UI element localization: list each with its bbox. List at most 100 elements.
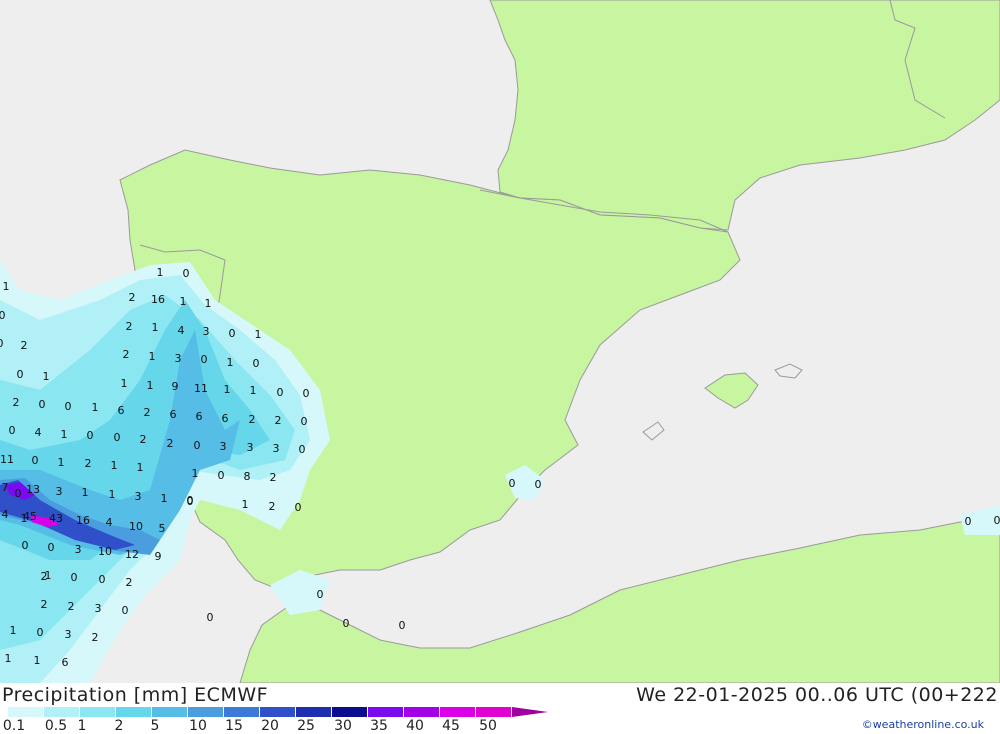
legend-swatch: [368, 707, 404, 717]
legend-tick: 25: [297, 719, 315, 733]
legend-tick: 15: [225, 719, 243, 733]
legend-swatch: [440, 707, 476, 717]
precip-value-label: 6: [196, 410, 203, 423]
precip-value-label: 0: [0, 337, 4, 350]
legend-ticks: 0.10.5125101520253035404550: [0, 719, 520, 733]
precip-value-label: 2: [21, 339, 28, 352]
precip-value-label: 0: [201, 353, 208, 366]
precip-value-label: 1: [111, 459, 118, 472]
precip-value-label: 0: [15, 487, 22, 500]
legend-tick: 0.5: [45, 719, 67, 733]
legend-tick: 35: [370, 719, 388, 733]
precip-value-label: 3: [95, 602, 102, 615]
precip-value-label: 2: [85, 457, 92, 470]
precip-value-label: 9: [172, 380, 179, 393]
precip-value-label: 2: [129, 291, 136, 304]
legend-swatch: [44, 707, 80, 717]
precip-value-label: 2: [167, 437, 174, 450]
precip-value-label: 11: [194, 382, 208, 395]
precip-value-label: 1: [161, 492, 168, 505]
precip-value-label: 1: [58, 456, 65, 469]
map-footer: Precipitation [mm] ECMWF We 22-01-2025 0…: [0, 683, 1000, 733]
precip-value-label: 11: [0, 453, 14, 466]
precip-value-label: 0: [0, 309, 6, 322]
precip-value-label: 2: [92, 631, 99, 644]
legend-tick: 0.1: [3, 719, 25, 733]
precip-value-label: 0: [277, 386, 284, 399]
precip-value-label: 3: [247, 441, 254, 454]
precip-value-label: 2: [144, 406, 151, 419]
forecast-timestamp: We 22-01-2025 00..06 UTC (00+222: [636, 684, 998, 706]
precip-value-label: 43: [49, 512, 63, 525]
precip-value-label: 1: [224, 383, 231, 396]
precip-value-label: 0: [9, 424, 16, 437]
precip-value-label: 1: [147, 379, 154, 392]
precip-value-label: 1: [34, 654, 41, 667]
precip-value-label: 16: [76, 514, 90, 527]
precip-value-label: 3: [65, 628, 72, 641]
precip-value-label: 0: [207, 611, 214, 624]
precip-value-label: 3: [273, 442, 280, 455]
precip-value-label: 1: [255, 328, 262, 341]
precip-value-label: 2: [123, 348, 130, 361]
legend-swatch: [224, 707, 260, 717]
precip-value-label: 2: [275, 414, 282, 427]
precip-value-label: 1: [121, 377, 128, 390]
precip-value-label: 1: [157, 266, 164, 279]
precip-value-label: 1: [152, 321, 159, 334]
precip-value-label: 0: [122, 604, 129, 617]
legend-tick: 20: [261, 719, 279, 733]
precip-value-label: 3: [135, 490, 142, 503]
precip-value-label: 1: [92, 401, 99, 414]
precip-value-label: 2: [41, 570, 48, 583]
precip-value-label: 1: [192, 467, 199, 480]
precipitation-map: 1021611214301213010119111100626662202033…: [0, 0, 1000, 683]
legend-arrow: [512, 707, 548, 717]
precip-value-label: 0: [32, 454, 39, 467]
legend-tick: 10: [189, 719, 207, 733]
precip-value-label: 0: [65, 400, 72, 413]
precip-value-label: 1: [250, 384, 257, 397]
precip-value-label: 0: [87, 429, 94, 442]
precip-value-label: 6: [222, 412, 229, 425]
precip-value-label: 13: [26, 483, 40, 496]
precip-value-label: 3: [56, 485, 63, 498]
precip-value-label: 0: [535, 478, 542, 491]
precip-value-label: 2: [13, 396, 20, 409]
precip-value-label: 1: [61, 428, 68, 441]
precip-value-label: 2: [126, 320, 133, 333]
precip-value-label: 1: [109, 488, 116, 501]
precip-value-label: 1: [137, 461, 144, 474]
legend-swatch: [8, 707, 44, 717]
precip-value-label: 1: [205, 297, 212, 310]
precip-value-label: 0: [39, 398, 46, 411]
precip-value-label: 1: [227, 356, 234, 369]
precip-value-label: 0: [183, 267, 190, 280]
precip-value-label: 0: [343, 617, 350, 630]
precip-value-label: 0: [48, 541, 55, 554]
precip-value-label: 4: [178, 324, 185, 337]
legend-tick: 40: [406, 719, 424, 733]
legend-swatch: [188, 707, 224, 717]
credit-link[interactable]: ©weatheronline.co.uk: [862, 718, 984, 731]
precip-value-label: 1: [3, 280, 10, 293]
legend-swatch: [80, 707, 116, 717]
precip-value-label: 6: [170, 408, 177, 421]
precip-value-label: 16: [151, 293, 165, 306]
precip-value-label: 2: [68, 600, 75, 613]
precip-value-label: 3: [203, 325, 210, 338]
precip-value-label: 2: [140, 433, 147, 446]
legend-swatch: [332, 707, 368, 717]
legend-tick: 50: [479, 719, 497, 733]
legend-swatch: [476, 707, 512, 717]
precip-value-label: 0: [218, 469, 225, 482]
precip-value-label: 0: [114, 431, 121, 444]
precip-value-label: 2: [126, 576, 133, 589]
legend-tick: 1: [78, 719, 87, 733]
precip-value-label: 0: [303, 387, 310, 400]
precip-value-label: 0: [17, 368, 24, 381]
precip-value-label: 1: [43, 370, 50, 383]
precip-value-label: 3: [75, 543, 82, 556]
precip-value-label: 8: [244, 470, 251, 483]
precip-value-label: 0: [399, 619, 406, 632]
